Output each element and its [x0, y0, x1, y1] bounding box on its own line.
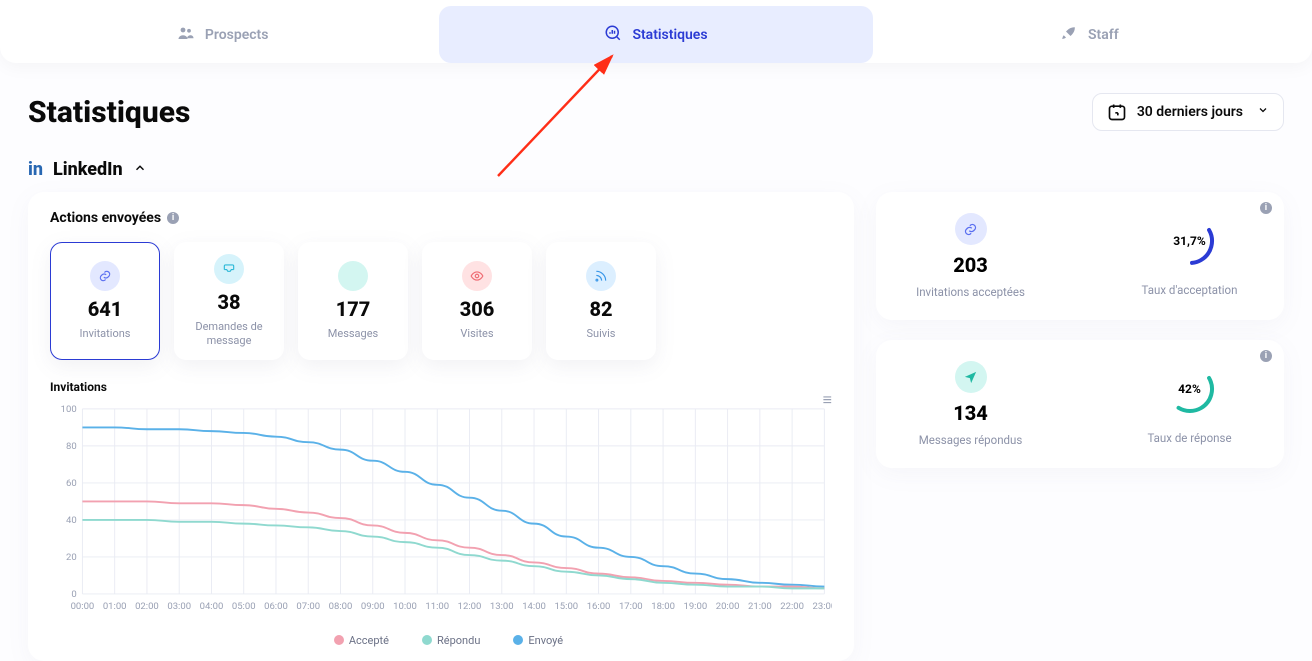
svg-text:80: 80 [66, 441, 77, 452]
top-tabs: Prospects Statistiques Staff [0, 0, 1312, 63]
link-icon [90, 261, 120, 291]
section-header[interactable]: in LinkedIn [28, 159, 1284, 180]
svg-text:07:00: 07:00 [296, 601, 320, 612]
card-message-requests[interactable]: 38 Demandes de message [174, 242, 284, 360]
tab-label: Staff [1088, 27, 1119, 43]
actions-panel: Actions envoyées i 641 Invitations 38 De… [28, 192, 854, 661]
svg-text:0: 0 [71, 589, 76, 600]
chart-title: Invitations [50, 380, 832, 394]
svg-text:22:00: 22:00 [780, 601, 804, 612]
card-label: Invitations [76, 327, 135, 341]
svg-text:08:00: 08:00 [329, 601, 353, 612]
svg-text:14:00: 14:00 [522, 601, 546, 612]
svg-text:20:00: 20:00 [716, 601, 740, 612]
svg-text:06:00: 06:00 [264, 601, 288, 612]
section-title: LinkedIn [53, 159, 123, 180]
card-visits[interactable]: 306 Visites [422, 242, 532, 360]
card-follows[interactable]: 82 Suivis [546, 242, 656, 360]
date-range-label: 30 derniers jours [1137, 104, 1243, 120]
inbox-icon [214, 254, 244, 284]
info-icon[interactable]: i [167, 212, 179, 224]
svg-text:12:00: 12:00 [458, 601, 482, 612]
tab-statistiques[interactable]: Statistiques [439, 6, 872, 63]
tab-staff[interactable]: Staff [873, 6, 1306, 63]
svg-text:02:00: 02:00 [135, 601, 159, 612]
chevron-up-icon [133, 160, 147, 179]
rate-value: 42% [1164, 363, 1216, 415]
svg-text:03:00: 03:00 [167, 601, 191, 612]
svg-text:00:00: 00:00 [71, 601, 95, 612]
svg-text:15:00: 15:00 [554, 601, 578, 612]
chart-menu-icon[interactable]: ≡ [823, 390, 832, 410]
card-value: 641 [88, 297, 123, 321]
stat-card-invitations-accepted: i 203 Invitations acceptées 31,7% Taux d… [876, 192, 1284, 320]
card-value: 82 [589, 297, 612, 321]
svg-text:20: 20 [66, 552, 77, 563]
card-invitations[interactable]: 641 Invitations [50, 242, 160, 360]
rate-label: Taux de réponse [1147, 431, 1231, 445]
eye-icon [462, 261, 492, 291]
reply-rate-ring: 42% [1164, 363, 1216, 415]
svg-text:05:00: 05:00 [232, 601, 256, 612]
info-icon[interactable]: i [1260, 202, 1272, 214]
svg-text:13:00: 13:00 [490, 601, 514, 612]
rate-value: 31,7% [1164, 215, 1216, 267]
link-icon [955, 213, 987, 245]
chart-legend: Accepté Répondu Envoyé [50, 634, 832, 647]
rocket-icon [1060, 24, 1078, 46]
svg-text:11:00: 11:00 [425, 601, 449, 612]
card-label: Demandes de message [174, 320, 284, 348]
svg-text:17:00: 17:00 [619, 601, 643, 612]
line-chart: 0 20 40 60 80 100 00:00 01:00 02:00 03:00 04:00 05:… [50, 394, 832, 626]
card-label: Suivis [583, 327, 620, 341]
metric-cards: 641 Invitations 38 Demandes de message 1… [50, 242, 832, 360]
svg-text:60: 60 [66, 478, 77, 489]
rss-icon [586, 261, 616, 291]
analytics-icon [604, 24, 622, 46]
rate-label: Taux d'acceptation [1142, 283, 1238, 297]
card-label: Visites [456, 327, 497, 341]
svg-text:23:00: 23:00 [813, 601, 832, 612]
svg-text:40: 40 [66, 515, 77, 526]
panel-title: Actions envoyées [50, 210, 161, 226]
tab-label: Statistiques [632, 27, 707, 43]
svg-text:04:00: 04:00 [200, 601, 224, 612]
legend-accepted: Accepté [334, 634, 389, 647]
svg-text:16:00: 16:00 [587, 601, 611, 612]
users-icon [177, 24, 195, 46]
tab-prospects[interactable]: Prospects [6, 6, 439, 63]
card-messages[interactable]: 177 Messages [298, 242, 408, 360]
stat-value: 134 [953, 401, 988, 425]
card-value: 306 [460, 297, 495, 321]
legend-replied: Répondu [422, 634, 480, 647]
calendar-icon [1107, 102, 1127, 122]
send-icon [955, 361, 987, 393]
card-label: Messages [324, 327, 382, 341]
info-icon[interactable]: i [1260, 350, 1272, 362]
send-icon [338, 261, 368, 291]
stat-label: Invitations acceptées [916, 285, 1025, 299]
svg-text:09:00: 09:00 [361, 601, 385, 612]
svg-text:100: 100 [61, 404, 77, 415]
svg-text:21:00: 21:00 [748, 601, 772, 612]
acceptance-rate-ring: 31,7% [1164, 215, 1216, 267]
chart-area: ≡ 02040608010000:0001:0002:0003:0004:000… [50, 394, 832, 647]
svg-text:18:00: 18:00 [651, 601, 675, 612]
chevron-down-icon [1257, 104, 1269, 120]
stat-label: Messages répondus [919, 433, 1023, 447]
tab-label: Prospects [205, 27, 269, 43]
svg-text:10:00: 10:00 [393, 601, 417, 612]
svg-text:01:00: 01:00 [103, 601, 127, 612]
date-range-picker[interactable]: 30 derniers jours [1092, 93, 1284, 131]
card-value: 177 [336, 297, 371, 321]
svg-text:19:00: 19:00 [683, 601, 707, 612]
card-value: 38 [217, 290, 240, 314]
stat-value: 203 [953, 253, 988, 277]
page-title: Statistiques [28, 95, 190, 130]
linkedin-icon: in [28, 159, 43, 180]
stat-card-messages-replied: i 134 Messages répondus 42% Taux de répo… [876, 340, 1284, 468]
legend-sent: Envoyé [513, 634, 563, 647]
